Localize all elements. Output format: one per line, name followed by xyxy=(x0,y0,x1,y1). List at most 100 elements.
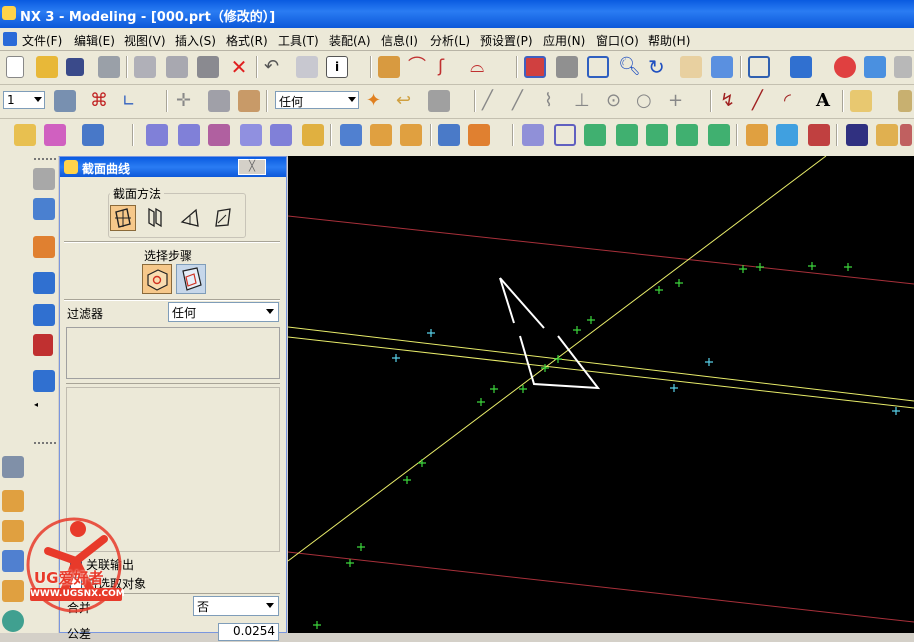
model-view[interactable] xyxy=(287,155,914,633)
edit-surface-icon[interactable] xyxy=(522,124,544,146)
curvature-icon[interactable] xyxy=(776,124,798,146)
select-planes-step-button[interactable] xyxy=(176,264,206,294)
selected-planes-method-button[interactable] xyxy=(110,205,136,231)
swept-icon[interactable] xyxy=(208,124,230,146)
open-folder-icon[interactable] xyxy=(36,56,58,78)
through-curve-mesh-icon[interactable] xyxy=(178,124,200,146)
menu-tools[interactable]: 工具(T) xyxy=(278,32,319,49)
extension-icon[interactable] xyxy=(370,124,392,146)
delete-icon[interactable]: ✕ xyxy=(228,56,250,78)
datum-plane-icon[interactable] xyxy=(33,198,55,220)
change-degree-icon[interactable] xyxy=(646,124,668,146)
lasso-icon[interactable]: ↯ xyxy=(720,90,742,112)
menu-application[interactable]: 应用(N) xyxy=(543,32,585,49)
section-analysis-icon[interactable] xyxy=(846,124,868,146)
layer-settings-icon[interactable] xyxy=(894,56,912,78)
sketch-icon[interactable] xyxy=(14,124,36,146)
zoom-icon[interactable] xyxy=(587,56,609,78)
feature-icon[interactable] xyxy=(33,236,55,258)
snap-point-icon[interactable]: ✛ xyxy=(176,90,198,112)
select-objects-step-button[interactable] xyxy=(142,264,172,294)
information-icon[interactable]: i xyxy=(326,56,348,78)
menu-insert[interactable]: 插入(S) xyxy=(175,32,216,49)
filter-combo[interactable]: 任何 xyxy=(168,302,279,322)
menu-format[interactable]: 格式(R) xyxy=(226,32,268,49)
through-curves-icon[interactable] xyxy=(146,124,168,146)
datum-csys-icon[interactable] xyxy=(33,334,53,356)
ruled-icon[interactable] xyxy=(240,124,262,146)
shaded-icon[interactable] xyxy=(790,56,812,78)
show-all-icon[interactable] xyxy=(864,56,886,78)
selection-list[interactable] xyxy=(66,327,280,379)
tolerance-input[interactable]: 0.0254 xyxy=(218,623,279,641)
quick-pick-icon[interactable] xyxy=(428,90,450,112)
cut-icon[interactable] xyxy=(134,56,156,78)
point-icon[interactable]: + xyxy=(668,90,690,112)
orient-view-icon[interactable] xyxy=(711,56,733,78)
curve-icon[interactable]: ⌒ xyxy=(408,56,430,78)
undo-icon[interactable]: ↶ xyxy=(264,56,286,78)
save-icon[interactable] xyxy=(66,58,84,76)
graphics-window[interactable] xyxy=(287,155,914,633)
text-icon[interactable]: A xyxy=(816,90,830,111)
bridge-surface-icon[interactable] xyxy=(438,124,460,146)
deviation-icon[interactable] xyxy=(808,124,830,146)
line-icon[interactable]: ╱ xyxy=(482,90,504,112)
smoothing-icon[interactable] xyxy=(708,124,730,146)
move-object-icon[interactable] xyxy=(208,90,230,112)
menu-help[interactable]: 帮助(H) xyxy=(648,32,690,49)
plane-indicator[interactable] xyxy=(499,277,601,390)
layer-icon[interactable] xyxy=(54,90,76,112)
parallel-planes-method-button[interactable] xyxy=(144,205,170,231)
perpendicular-icon[interactable]: ⊥ xyxy=(574,90,596,112)
basic-arc-icon[interactable]: ◜ xyxy=(784,90,806,112)
transform-icon[interactable] xyxy=(238,90,260,112)
red-edge-curve[interactable] xyxy=(287,215,914,285)
surface-icon[interactable] xyxy=(44,124,66,146)
menu-information[interactable]: 信息(I) xyxy=(381,32,418,49)
trim-sheet-icon[interactable] xyxy=(400,124,422,146)
menu-assembly[interactable]: 装配(A) xyxy=(329,32,371,49)
selection-intent-icon[interactable]: ✦ xyxy=(366,90,388,112)
offset-surface-icon[interactable] xyxy=(340,124,362,146)
hide-icon[interactable] xyxy=(834,56,856,78)
view-icon[interactable] xyxy=(2,456,24,478)
annotation-icon[interactable] xyxy=(850,90,872,112)
selection-filter-combo[interactable]: 任何 xyxy=(275,91,359,109)
section-curve[interactable] xyxy=(287,326,914,402)
repeat-command-icon[interactable] xyxy=(296,56,318,78)
fit-view-icon[interactable] xyxy=(524,56,546,78)
merge-combo[interactable]: 否 xyxy=(193,596,279,616)
edit-boundary-icon[interactable] xyxy=(554,124,576,146)
arc-icon[interactable]: ⌓ xyxy=(470,56,492,78)
radial-planes-method-button[interactable] xyxy=(178,205,204,231)
analysis-icon[interactable] xyxy=(746,124,768,146)
wireframe-icon[interactable] xyxy=(748,56,770,78)
move-defining-point-icon[interactable] xyxy=(616,124,638,146)
menu-edit[interactable]: 编辑(E) xyxy=(74,32,115,49)
circle-icon[interactable]: ○ xyxy=(636,90,658,112)
red-edge-curve[interactable] xyxy=(287,551,914,623)
draft-analysis-icon[interactable] xyxy=(900,124,912,146)
menu-file[interactable]: 文件(F) xyxy=(22,32,62,49)
section-curve[interactable] xyxy=(287,336,914,409)
menu-preferences[interactable]: 预设置(P) xyxy=(480,32,533,49)
dimension-icon[interactable] xyxy=(898,90,912,112)
move-pole-icon[interactable] xyxy=(584,124,606,146)
pan-icon[interactable] xyxy=(680,56,702,78)
magnify-icon[interactable]: 🔍︎ xyxy=(618,56,641,78)
paste-icon[interactable] xyxy=(197,56,219,78)
perpendicular-planes-method-button[interactable] xyxy=(212,205,238,231)
block-icon[interactable] xyxy=(33,272,55,294)
work-layer-combo[interactable]: 1 xyxy=(3,91,45,109)
change-stiffness-icon[interactable] xyxy=(676,124,698,146)
rotate-icon[interactable]: ↻ xyxy=(648,56,670,78)
basic-line-icon[interactable]: ╱ xyxy=(752,90,774,112)
solid-icon[interactable] xyxy=(33,370,55,392)
reflection-icon[interactable] xyxy=(876,124,898,146)
zoom-window-icon[interactable] xyxy=(556,56,578,78)
menu-view[interactable]: 视图(V) xyxy=(124,32,166,49)
n-sided-surface-icon[interactable] xyxy=(302,124,324,146)
scroll-left-icon[interactable]: ◂ xyxy=(34,400,38,409)
select-undo-icon[interactable]: ↩ xyxy=(396,90,418,112)
